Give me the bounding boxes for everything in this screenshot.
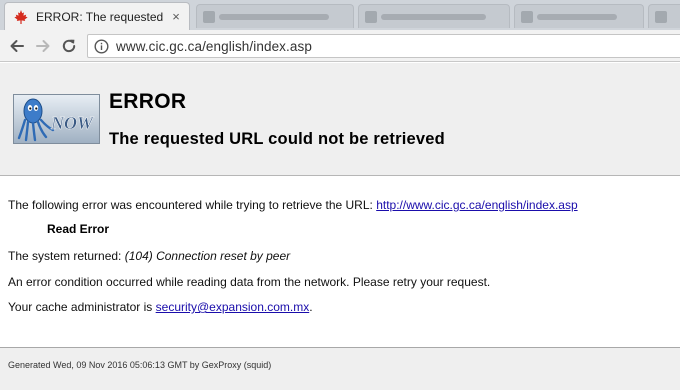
page-subtitle: The requested URL could not be retrieved <box>109 130 445 148</box>
system-returned-label: The system returned: <box>8 249 125 263</box>
info-circle-icon[interactable] <box>94 38 109 54</box>
maple-leaf-icon <box>14 9 28 24</box>
error-header: NOW ERROR The requested URL could not be… <box>0 63 680 176</box>
footer: Generated Wed, 09 Nov 2016 05:06:13 GMT … <box>0 347 680 390</box>
explanation-text: An error condition occurred while readin… <box>8 275 491 289</box>
logo-text: NOW <box>50 113 95 133</box>
arrow-right-icon[interactable] <box>34 37 52 55</box>
browser-toolbar: www.cic.gc.ca/english/index.asp <box>0 30 680 62</box>
admin-suffix: . <box>309 300 313 314</box>
tab-background[interactable] <box>648 4 680 28</box>
system-returned-line: The system returned: (104) Connection re… <box>8 249 290 263</box>
tab-background[interactable] <box>358 4 510 28</box>
tab-title: ERROR: The requested U <box>36 9 164 24</box>
tab-strip: ERROR: The requested U × <box>0 0 680 30</box>
tab-active[interactable]: ERROR: The requested U × <box>4 2 190 30</box>
admin-text: Your cache administrator is <box>8 300 156 314</box>
tab-background[interactable] <box>196 4 354 28</box>
admin-email-link[interactable]: security@expansion.com.mx <box>156 300 310 314</box>
reload-icon[interactable] <box>60 37 78 55</box>
squid-logo-icon: NOW <box>13 94 100 144</box>
requested-url-link[interactable]: http://www.cic.gc.ca/english/index.asp <box>376 198 577 212</box>
address-bar[interactable]: www.cic.gc.ca/english/index.asp <box>87 34 680 58</box>
url-text[interactable]: www.cic.gc.ca/english/index.asp <box>116 39 312 54</box>
footer-text: Generated Wed, 09 Nov 2016 05:06:13 GMT … <box>8 360 272 370</box>
tab-background[interactable] <box>514 4 644 28</box>
admin-line: Your cache administrator is security@exp… <box>8 300 313 314</box>
intro-text: The following error was encountered whil… <box>8 198 377 212</box>
page-title: ERROR <box>109 90 187 113</box>
system-returned-value: (104) Connection reset by peer <box>124 249 291 263</box>
intro-line: The following error was encountered whil… <box>8 198 578 212</box>
tab-close-button[interactable]: × <box>169 9 183 24</box>
error-name: Read Error <box>47 222 110 236</box>
arrow-left-icon[interactable] <box>8 37 26 55</box>
